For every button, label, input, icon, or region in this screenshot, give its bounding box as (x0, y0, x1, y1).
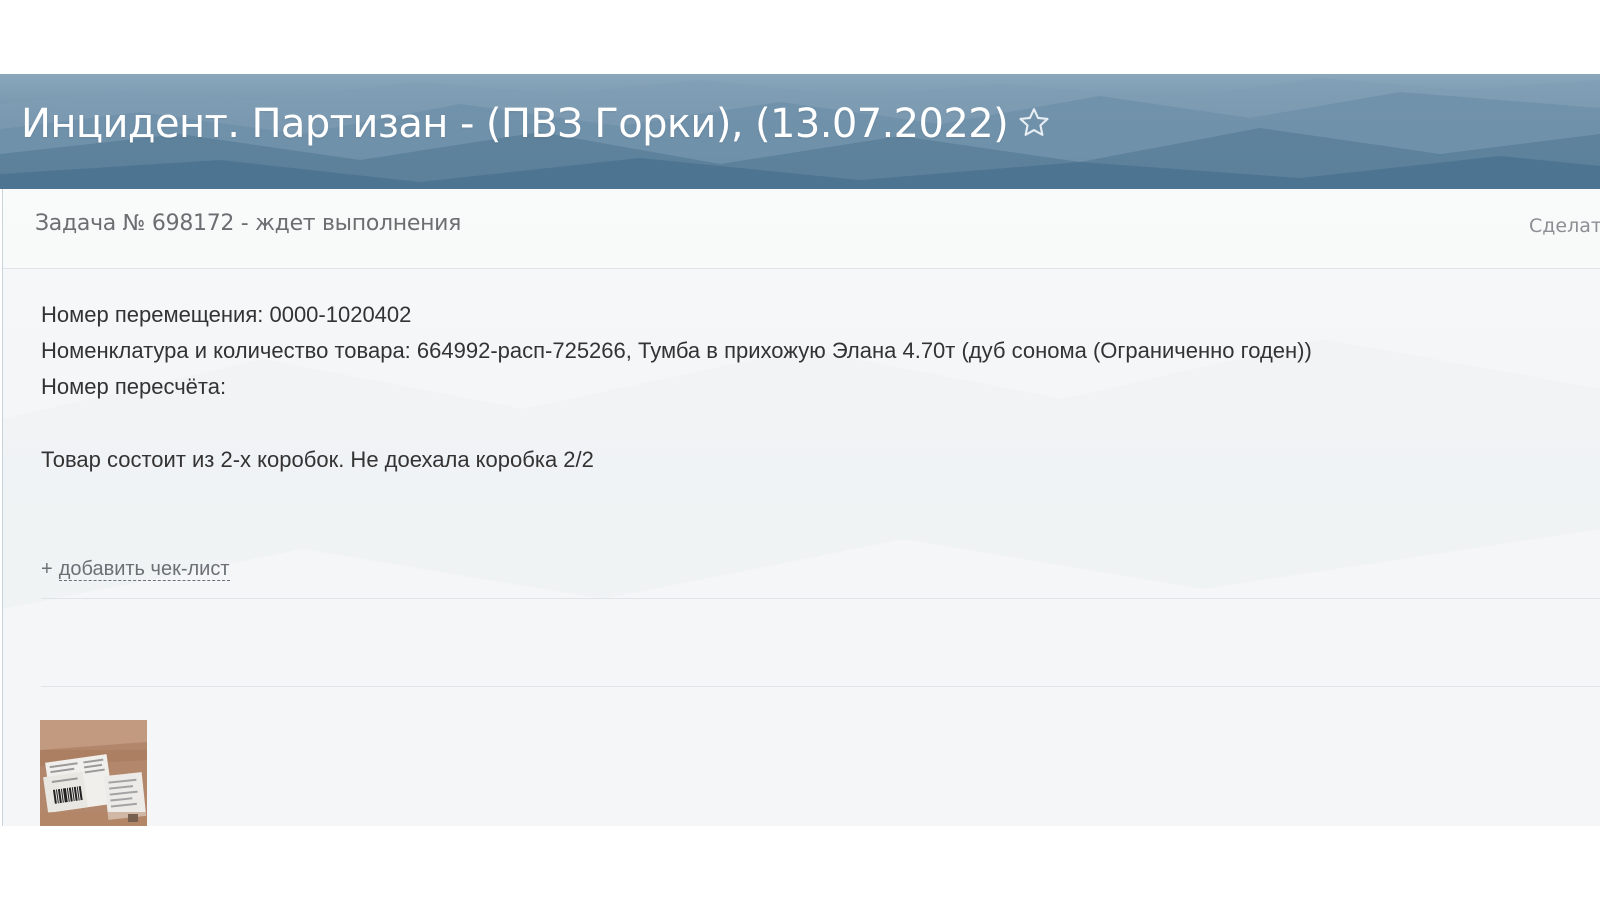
description-line-recount-number: Номер пересчёта: (41, 374, 227, 399)
add-checklist: + добавить чек-лист (41, 555, 230, 583)
panel-mist-background (3, 339, 1600, 826)
description-line-transfer-number: Номер перемещения: 0000-1020402 (41, 302, 412, 327)
description-line-note: Товар состоит из 2-х коробок. Не доехала… (41, 447, 594, 472)
page-header: Инцидент. Партизан - (ПВЗ Горки), (13.07… (0, 74, 1600, 189)
plus-sign: + (41, 558, 53, 580)
page-title-text: Инцидент. Партизан - (ПВЗ Горки), (13.07… (21, 101, 1009, 147)
task-description: Номер перемещения: 0000-1020402 Номенкла… (41, 297, 1581, 478)
divider (41, 598, 1600, 599)
photo-image (40, 720, 147, 826)
task-header: Задача № 698172 - ждет выполнения Сделат (3, 189, 1600, 269)
star-icon[interactable] (1016, 105, 1052, 141)
photo-attachment-thumbnail[interactable] (40, 720, 147, 826)
task-title: Задача № 698172 - ждет выполнения (35, 211, 462, 236)
page-title: Инцидент. Партизан - (ПВЗ Горки), (13.07… (21, 96, 1052, 152)
task-window: Инцидент. Партизан - (ПВЗ Горки), (13.07… (0, 74, 1600, 826)
task-panel: Задача № 698172 - ждет выполнения Сделат… (2, 189, 1600, 826)
description-line-nomenclature: Номенклатура и количество товара: 664992… (41, 338, 1312, 363)
add-checklist-link[interactable]: добавить чек-лист (58, 558, 230, 581)
divider (41, 686, 1600, 687)
task-action-button[interactable]: Сделат (1529, 215, 1600, 237)
